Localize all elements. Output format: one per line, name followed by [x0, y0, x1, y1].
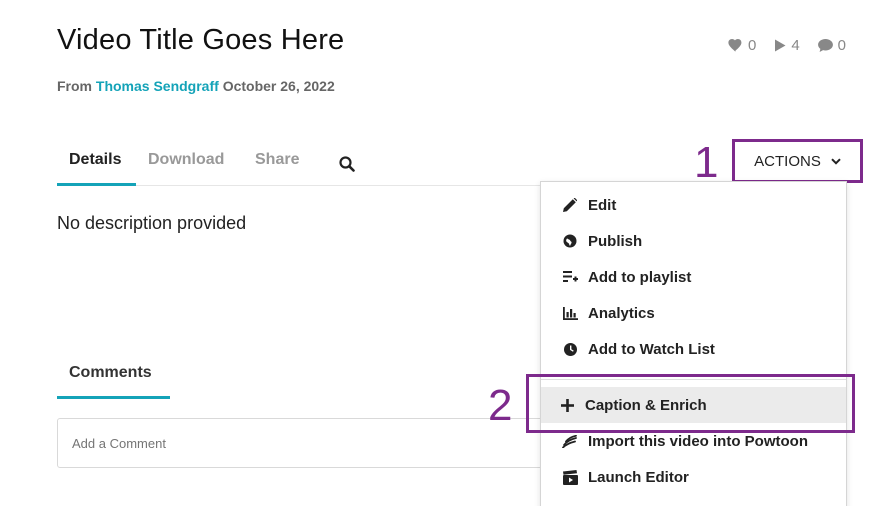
- menu-item-label: Add to playlist: [588, 268, 692, 286]
- menu-item-edit[interactable]: Edit: [541, 187, 846, 223]
- menu-item-label: Analytics: [588, 304, 655, 322]
- menu-item-add-to-watch-list[interactable]: Add to Watch List: [541, 331, 846, 367]
- video-meta: From Thomas Sendgraff October 26, 2022: [57, 78, 335, 94]
- search-icon[interactable]: [339, 156, 355, 177]
- clapperboard-icon: [556, 469, 584, 485]
- menu-item-add-to-playlist[interactable]: Add to playlist: [541, 259, 846, 295]
- from-label: From: [57, 78, 92, 94]
- comments-stat[interactable]: 0: [817, 37, 846, 54]
- menu-item-label: Caption & Enrich: [585, 396, 707, 414]
- comments-count: 0: [837, 37, 846, 54]
- globe-icon: [556, 234, 584, 248]
- comment-input[interactable]: [57, 418, 557, 468]
- chevron-down-icon: [831, 157, 841, 165]
- tab-download[interactable]: Download: [148, 151, 224, 169]
- video-title: Video Title Goes Here: [57, 24, 345, 56]
- plus-icon: [553, 398, 581, 412]
- tab-share[interactable]: Share: [255, 151, 299, 169]
- menu-item-label: Publish: [588, 232, 643, 250]
- menu-item-launch-editor[interactable]: Launch Editor: [541, 459, 846, 495]
- actions-button[interactable]: ACTIONS: [732, 139, 863, 183]
- menu-item-analytics[interactable]: Analytics: [541, 295, 846, 331]
- heart-icon: [728, 39, 742, 52]
- menu-item-label: Add to Watch List: [588, 340, 715, 358]
- bar-chart-icon: [556, 306, 584, 320]
- details-tabs: Details Download Share: [57, 148, 547, 186]
- tab-comments[interactable]: Comments: [57, 364, 170, 399]
- menu-divider: [541, 379, 846, 380]
- tab-details[interactable]: Details: [69, 151, 121, 169]
- menu-item-label: Import this video into Powtoon: [588, 432, 808, 450]
- actions-label: ACTIONS: [754, 152, 821, 170]
- menu-item-import-powtoon[interactable]: Import this video into Powtoon: [541, 423, 846, 459]
- owner-link[interactable]: Thomas Sendgraff: [96, 78, 219, 94]
- menu-item-caption-enrich[interactable]: Caption & Enrich: [541, 387, 846, 423]
- likes-stat[interactable]: 0: [728, 37, 756, 54]
- pencil-icon: [556, 198, 584, 212]
- actions-dropdown-menu: Edit Publish Add to playlist Analytics A…: [540, 181, 847, 506]
- powtoon-icon: [556, 434, 584, 448]
- step-1-annotation: 1: [694, 138, 719, 187]
- video-stats: 0 4 0: [728, 37, 846, 54]
- menu-item-publish[interactable]: Publish: [541, 223, 846, 259]
- upload-date: October 26, 2022: [222, 78, 335, 94]
- playlist-add-icon: [556, 270, 584, 284]
- comments-tab-indicator: [57, 396, 170, 399]
- likes-count: 0: [747, 37, 757, 54]
- active-tab-indicator: [57, 183, 136, 186]
- plays-count: 4: [791, 37, 800, 54]
- clock-icon: [556, 342, 584, 356]
- plays-stat: 4: [774, 37, 800, 54]
- play-icon: [775, 39, 786, 52]
- step-2-annotation: 2: [488, 381, 513, 430]
- video-description: No description provided: [57, 213, 247, 233]
- menu-item-label: Launch Editor: [588, 468, 689, 486]
- speech-bubble-icon: [817, 39, 833, 52]
- comments-tab-label: Comments: [69, 364, 152, 381]
- menu-item-label: Edit: [588, 196, 617, 214]
